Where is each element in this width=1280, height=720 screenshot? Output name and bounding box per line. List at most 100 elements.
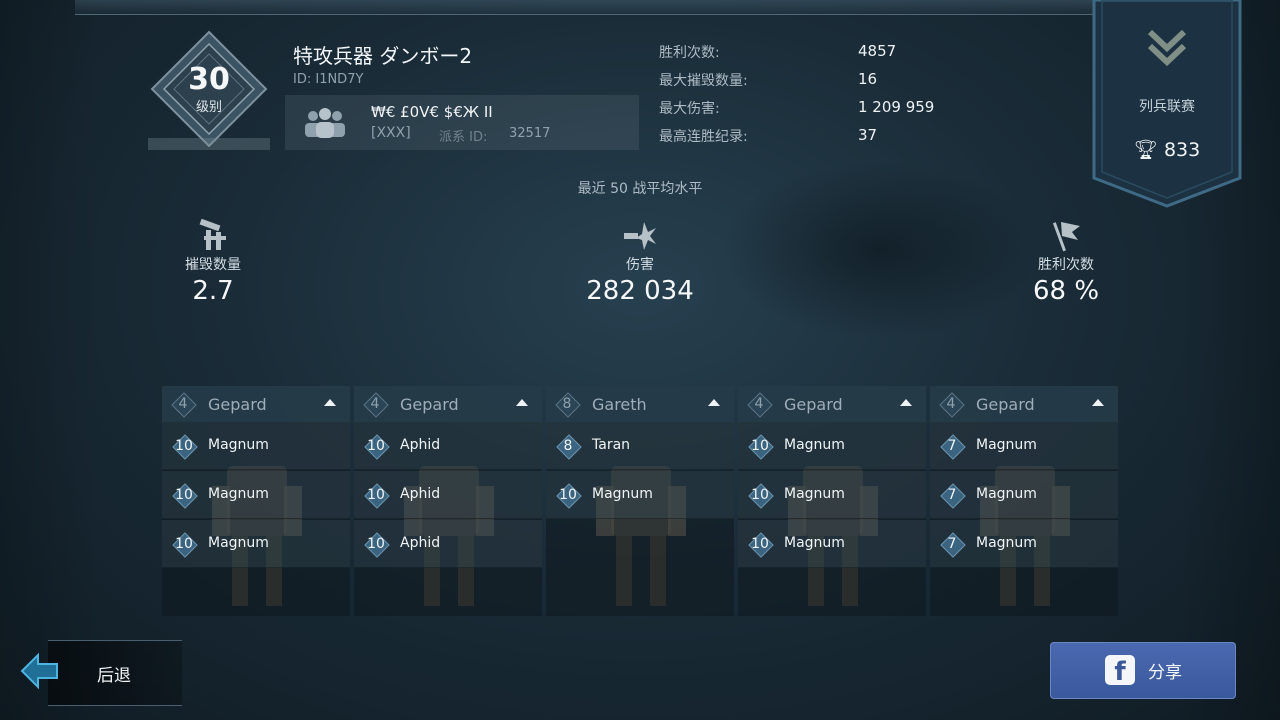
weapon-slot[interactable]: 7 Magnum xyxy=(930,471,1118,519)
weapon-slot[interactable]: 7 Magnum xyxy=(930,422,1118,470)
robot-loadout-card[interactable]: 4 Gepard 10 Magnum 10 Magnum 10 Magnum xyxy=(162,386,350,616)
player-level-label: 级别 xyxy=(195,100,222,115)
weapon-name: Aphid xyxy=(400,437,441,453)
weapon-level: 10 xyxy=(175,487,193,503)
stat-label-win-streak: 最高连胜纪录: xyxy=(659,129,748,145)
weapon-slot[interactable]: 10 Aphid xyxy=(354,520,542,568)
clan-panel[interactable]: ₩€ £0V€ $€Ж II [XXX] 派系 ID: 32517 xyxy=(285,95,639,150)
weapon-level: 10 xyxy=(367,536,385,552)
weapon-level: 7 xyxy=(947,438,957,454)
weapon-level-badge: 10 xyxy=(749,533,771,555)
caret-up-icon[interactable] xyxy=(900,399,912,406)
weapon-level: 10 xyxy=(751,487,769,503)
weapon-level-badge: 10 xyxy=(365,435,387,457)
weapon-level-badge: 10 xyxy=(365,533,387,555)
robot-level-badge: 8 xyxy=(556,393,578,415)
damage-impact-icon xyxy=(624,222,656,250)
caret-up-icon[interactable] xyxy=(708,399,720,406)
weapon-level-badge: 10 xyxy=(173,533,195,555)
avg-kills-value: 2.7 xyxy=(192,276,234,306)
robot-header[interactable]: 4 Gepard xyxy=(162,386,350,422)
robot-name: Gareth xyxy=(592,395,647,414)
facebook-icon: f xyxy=(1105,655,1135,687)
weapon-slot[interactable]: 10 Magnum xyxy=(162,422,350,470)
weapon-level: 10 xyxy=(559,487,577,503)
weapon-name: Magnum xyxy=(784,535,845,551)
weapon-level-badge: 10 xyxy=(557,484,579,506)
weapon-level: 10 xyxy=(751,536,769,552)
weapon-level-badge: 10 xyxy=(173,435,195,457)
avg-damage-value: 282 034 xyxy=(586,276,694,306)
averages-title: 最近 50 战平均水平 xyxy=(577,181,703,197)
robot-level: 4 xyxy=(946,396,956,412)
caret-up-icon[interactable] xyxy=(516,399,528,406)
clan-id: 32517 xyxy=(509,126,551,141)
stat-label-max-damage: 最大伤害: xyxy=(659,101,720,117)
caret-up-icon[interactable] xyxy=(324,399,336,406)
weapon-level-badge: 10 xyxy=(749,484,771,506)
robot-level: 4 xyxy=(178,396,188,412)
weapon-slot[interactable]: 10 Magnum xyxy=(738,422,926,470)
stat-label-max-kills: 最大摧毁数量: xyxy=(659,73,748,89)
weapon-slot[interactable]: 8 Taran xyxy=(546,422,734,470)
stat-label-wins: 胜利次数: xyxy=(659,45,720,61)
weapon-slot[interactable]: 10 Aphid xyxy=(354,471,542,519)
weapon-level: 10 xyxy=(367,487,385,503)
weapon-level: 10 xyxy=(367,438,385,454)
trophy-icon: 🏆︎ xyxy=(1133,139,1158,161)
back-button[interactable]: 后退 xyxy=(0,640,182,706)
weapon-slot[interactable]: 10 Magnum xyxy=(546,471,734,519)
robot-header[interactable]: 4 Gepard xyxy=(930,386,1118,422)
league-trophies: 🏆︎ 833 xyxy=(1092,138,1242,161)
weapon-level-badge: 7 xyxy=(941,484,963,506)
weapon-level-badge: 10 xyxy=(749,435,771,457)
robot-level-badge: 4 xyxy=(364,393,386,415)
weapon-level: 10 xyxy=(175,438,193,454)
weapon-level-badge: 7 xyxy=(941,435,963,457)
weapon-level: 8 xyxy=(563,438,573,454)
robot-name: Gepard xyxy=(784,395,843,414)
weapon-level-badge: 7 xyxy=(941,533,963,555)
weapon-level-badge: 10 xyxy=(365,484,387,506)
robot-loadout-card[interactable]: 8 Gareth 8 Taran 10 Magnum xyxy=(546,386,734,616)
victory-flag-icon xyxy=(1052,222,1080,252)
level-badge-plate xyxy=(148,138,270,150)
robot-loadout-card[interactable]: 4 Gepard 10 Magnum 10 Magnum 10 Magnum xyxy=(738,386,926,616)
clan-tag: [XXX] xyxy=(371,125,411,141)
player-id: ID: I1ND7Y xyxy=(293,72,364,87)
caret-up-icon[interactable] xyxy=(1092,399,1104,406)
robot-level-badge: 4 xyxy=(748,393,770,415)
robot-name: Gepard xyxy=(400,395,459,414)
robot-header[interactable]: 4 Gepard xyxy=(354,386,542,422)
stat-value-win-streak: 37 xyxy=(858,126,878,144)
weapon-slot[interactable]: 10 Magnum xyxy=(738,471,926,519)
weapon-name: Magnum xyxy=(208,535,269,551)
weapon-slot[interactable]: 10 Magnum xyxy=(162,520,350,568)
weapon-level-badge: 8 xyxy=(557,435,579,457)
weapon-slot[interactable]: 10 Magnum xyxy=(162,471,350,519)
weapon-name: Magnum xyxy=(784,437,845,453)
top-frame-bar xyxy=(75,0,1095,15)
stat-value-max-damage: 1 209 959 xyxy=(858,98,935,116)
robot-name: Gepard xyxy=(976,395,1035,414)
weapon-name: Magnum xyxy=(976,437,1037,453)
robot-loadout-card[interactable]: 4 Gepard 10 Aphid 10 Aphid 10 Aphid xyxy=(354,386,542,616)
weapon-name: Aphid xyxy=(400,535,441,551)
clan-id-label: 派系 ID: xyxy=(439,130,488,145)
robot-header[interactable]: 8 Gareth xyxy=(546,386,734,422)
weapon-name: Magnum xyxy=(208,486,269,502)
avg-wins-label: 胜利次数 xyxy=(1038,257,1094,273)
robot-header[interactable]: 4 Gepard xyxy=(738,386,926,422)
robot-level-badge: 4 xyxy=(940,393,962,415)
weapon-level: 10 xyxy=(751,438,769,454)
robot-loadout-card[interactable]: 4 Gepard 7 Magnum 7 Magnum 7 Magnum xyxy=(930,386,1118,616)
avg-wins-value: 68 % xyxy=(1032,276,1100,306)
weapon-slot[interactable]: 10 Magnum xyxy=(738,520,926,568)
clan-name: ₩€ £0V€ $€Ж II xyxy=(371,103,493,121)
share-button[interactable]: f 分享 xyxy=(1050,642,1236,699)
weapon-slot[interactable]: 7 Magnum xyxy=(930,520,1118,568)
avg-damage-label: 伤害 xyxy=(626,257,654,273)
stat-value-max-kills: 16 xyxy=(858,70,878,88)
robot-level: 8 xyxy=(562,396,572,412)
weapon-slot[interactable]: 10 Aphid xyxy=(354,422,542,470)
